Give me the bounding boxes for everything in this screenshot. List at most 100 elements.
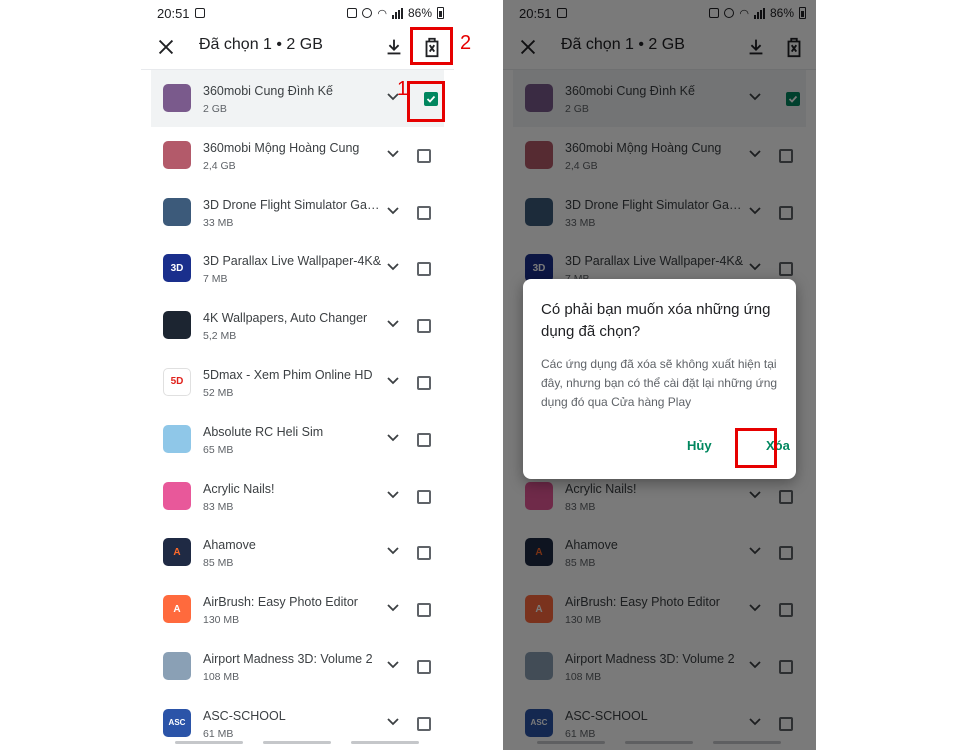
app-icon: A: [163, 538, 191, 567]
nav-pill: [351, 741, 419, 744]
nav-pill: [175, 741, 243, 744]
app-name: 3D Parallax Live Wallpaper-4K&: [203, 254, 382, 269]
app-size: 52 MB: [203, 386, 234, 399]
nav-pill: [263, 741, 331, 744]
chevron-down-icon[interactable]: [387, 490, 399, 499]
app-checkbox[interactable]: [417, 205, 431, 220]
chevron-down-icon[interactable]: [387, 263, 399, 271]
app-icon: [163, 140, 191, 169]
chevron-down-icon[interactable]: [387, 718, 399, 726]
list-item[interactable]: 3D 3D Parallax Live Wallpaper-4K&7 MB: [141, 240, 454, 297]
app-bar: Đã chọn 1 • 2 GB: [141, 26, 454, 70]
app-size: 83 MB: [203, 500, 234, 513]
app-icon: [163, 311, 191, 340]
app-name: 360mobi Mộng Hoàng Cung: [203, 140, 360, 155]
gallery-notification-icon: [194, 8, 205, 18]
app-checkbox[interactable]: [417, 489, 431, 504]
app-name: AirBrush: Easy Photo Editor: [203, 595, 358, 610]
step1-highlight-box: [407, 81, 445, 122]
status-bar: 20:51 ◠ 86%: [141, 0, 454, 26]
app-name: Acrylic Nails!: [203, 481, 275, 496]
app-checkbox[interactable]: [417, 262, 431, 277]
app-name: Ahamove: [203, 538, 256, 553]
step2-label: 2: [460, 32, 472, 54]
list-item[interactable]: Airport Madness 3D: Volume 2 108 MB: [141, 638, 454, 695]
app-icon-label: A: [173, 546, 181, 558]
app-size: 2 GB: [203, 103, 227, 115]
app-size: 85 MB: [203, 557, 234, 570]
chevron-down-icon[interactable]: [387, 377, 399, 385]
app-checkbox[interactable]: [417, 546, 431, 561]
list-item[interactable]: Acrylic Nails! 83 MB: [141, 468, 454, 525]
app-icon: [163, 197, 191, 226]
app-checkbox[interactable]: [417, 148, 431, 163]
app-checkbox[interactable]: [417, 375, 431, 390]
app-size: 61 MB: [203, 727, 234, 740]
list-item[interactable]: 5D 5Dmax - Xem Phim Online HD 52 MB: [141, 354, 454, 411]
status-time: 20:51: [157, 5, 190, 21]
close-icon[interactable]: [155, 36, 177, 58]
app-name: Airport Madness 3D: Volume 2: [203, 651, 373, 666]
chevron-down-icon[interactable]: [387, 661, 399, 669]
chevron-down-icon[interactable]: [387, 434, 399, 442]
app-icon-label: 5D: [170, 376, 184, 388]
app-name: Absolute RC Heli Sim: [203, 424, 324, 439]
chevron-down-icon[interactable]: [387, 547, 399, 555]
app-checkbox[interactable]: [417, 603, 431, 618]
lock-icon: [347, 8, 358, 18]
battery-percent: 86%: [407, 6, 432, 20]
app-icon: [163, 651, 191, 680]
app-size: 5,2 MB: [203, 330, 237, 343]
app-icon: ASC: [163, 708, 191, 737]
app-size: 65 MB: [203, 443, 234, 456]
app-icon-label: 3D: [170, 262, 184, 274]
app-checkbox[interactable]: [417, 319, 431, 334]
list-item[interactable]: A AirBrush: Easy Photo Editor 130 MB: [141, 581, 454, 638]
phone-screen-confirm: 20:51 ◠ 86% Đã chọn 1 • 2 GB 360mobi Cun…: [503, 0, 816, 750]
app-name: 3D Drone Flight Simulator Game: [203, 197, 383, 212]
battery-icon: [437, 7, 444, 19]
chevron-down-icon[interactable]: [387, 320, 399, 328]
app-checkbox[interactable]: [417, 716, 431, 731]
app-size: 7 MB: [203, 273, 228, 286]
app-icon-label: A: [173, 603, 181, 615]
chevron-down-icon[interactable]: [387, 604, 399, 612]
app-size: 130 MB: [203, 614, 240, 627]
app-icon: A: [163, 595, 191, 624]
chevron-down-icon[interactable]: [387, 150, 399, 158]
app-icon: [163, 424, 191, 453]
app-list: 360mobi Cung Đình Kế 2 GB 360mobi Mộng Ho…: [141, 70, 454, 750]
list-item[interactable]: 4K Wallpapers, Auto Changer 5,2 MB: [141, 297, 454, 354]
wifi-icon: ◠: [377, 7, 387, 20]
alarm-icon: [362, 8, 373, 18]
app-icon: 3D: [163, 254, 191, 283]
app-size: 33 MB: [203, 216, 234, 229]
dialog-message: Các ứng dụng đã xóa sẽ không xuất hiện t…: [541, 357, 778, 409]
gesture-nav-bar: [141, 741, 454, 747]
app-size: 108 MB: [203, 670, 240, 683]
cancel-button[interactable]: Hủy: [687, 438, 712, 453]
list-item[interactable]: A Ahamove 85 MB: [141, 524, 454, 581]
list-item[interactable]: 3D Drone Flight Simulator Game 33 MB: [141, 184, 454, 241]
list-item[interactable]: Absolute RC Heli Sim 65 MB: [141, 411, 454, 468]
app-icon: 5D: [163, 367, 191, 396]
app-name: 360mobi Cung Đình Kế: [203, 84, 333, 98]
app-name: ASC-SCHOOL: [203, 708, 286, 723]
confirm-highlight-box: [735, 428, 777, 468]
app-size: 2,4 GB: [203, 159, 236, 172]
app-icon-label: ASC: [168, 718, 186, 728]
app-icon: [163, 84, 191, 112]
signal-icon: [391, 7, 403, 19]
app-checkbox[interactable]: [417, 659, 431, 674]
app-name: 4K Wallpapers, Auto Changer: [203, 311, 368, 326]
dialog-title: Có phải bạn muốn xóa những ứng dụng đã c…: [541, 301, 771, 340]
step1-label: 1: [397, 78, 409, 100]
step2-highlight-box: [410, 27, 453, 65]
app-name: 5Dmax - Xem Phim Online HD: [203, 367, 373, 382]
chevron-down-icon[interactable]: [387, 206, 399, 215]
app-checkbox[interactable]: [417, 432, 431, 447]
app-icon: [163, 481, 191, 510]
list-item[interactable]: 360mobi Mộng Hoàng Cung 2,4 GB: [141, 127, 454, 184]
selection-title: Đã chọn 1 • 2 GB: [199, 36, 323, 53]
download-icon[interactable]: [383, 35, 405, 59]
